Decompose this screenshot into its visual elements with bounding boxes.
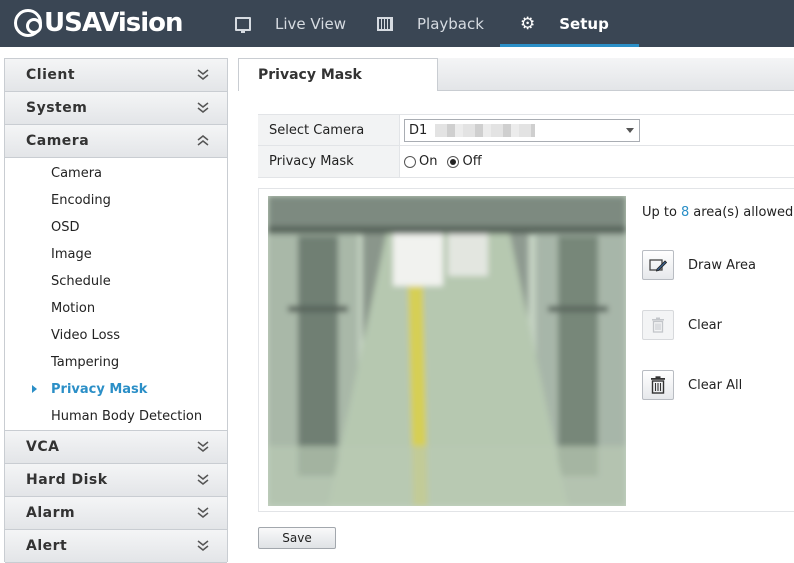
sidebar-section-client[interactable]: Client [5, 59, 227, 92]
allowed-prefix: Up to [642, 205, 677, 220]
brand-name: USAVision [44, 8, 184, 38]
sidebar-item-label: Motion [51, 301, 96, 316]
sidebar-item-label: Privacy Mask [51, 382, 148, 397]
dropdown-arrow-icon [626, 127, 634, 133]
draw-area-label: Draw Area [688, 257, 757, 273]
sidebar-item-human-body-detection[interactable]: Human Body Detection [5, 403, 227, 430]
nav-live-view[interactable]: Live View [235, 0, 346, 47]
select-camera-row: Select Camera D1 [258, 114, 794, 146]
tab-label: Privacy Mask [258, 67, 362, 83]
sidebar-section-alarm[interactable]: Alarm [5, 497, 227, 530]
clear-tool: Clear [642, 310, 722, 340]
sidebar-item-osd[interactable]: OSD [5, 214, 227, 241]
sidebar-section-camera[interactable]: Camera [5, 125, 227, 158]
sidebar-item-label: Human Body Detection [51, 409, 203, 424]
sidebar-item-label: Encoding [51, 193, 111, 208]
chevron-up-icon [197, 135, 209, 147]
sidebar-section-label: System [26, 100, 88, 116]
brand-logo: USAVision [14, 6, 184, 40]
sidebar-section-hard-disk[interactable]: Hard Disk [5, 464, 227, 497]
nav-playback-label: Playback [417, 14, 484, 33]
chevron-down-icon [197, 69, 209, 81]
camera-submenu: Camera Encoding OSD Image Schedule Motio… [5, 158, 227, 431]
sidebar-section-label: Alert [26, 538, 68, 554]
sidebar-item-tampering[interactable]: Tampering [5, 349, 227, 376]
sidebar-item-privacy-mask[interactable]: Privacy Mask [5, 376, 227, 403]
gear-icon: ⚙ [520, 13, 536, 34]
nav-setup[interactable]: ⚙ Setup [500, 0, 639, 47]
sidebar: Client System Camera Camera Encoding OSD… [4, 58, 228, 563]
nav-live-view-label: Live View [275, 14, 346, 33]
chevron-down-icon [197, 441, 209, 453]
camera-select[interactable]: D1 [404, 118, 640, 142]
sidebar-item-label: Image [51, 247, 92, 262]
trash-all-icon [651, 376, 665, 394]
privacy-mask-label: Privacy Mask [258, 146, 400, 177]
sidebar-section-system[interactable]: System [5, 92, 227, 125]
save-button[interactable]: Save [258, 527, 336, 549]
clear-all-tool: Clear All [642, 370, 742, 400]
trash-icon [652, 317, 664, 333]
sidebar-section-vca[interactable]: VCA [5, 431, 227, 464]
sidebar-item-label: Schedule [51, 274, 111, 289]
sidebar-item-motion[interactable]: Motion [5, 295, 227, 322]
sidebar-section-alert[interactable]: Alert [5, 530, 227, 563]
sidebar-section-label: VCA [26, 439, 60, 455]
sidebar-section-label: Client [26, 67, 76, 83]
radio-off-circle[interactable] [447, 155, 460, 168]
sidebar-item-encoding[interactable]: Encoding [5, 187, 227, 214]
video-frame [268, 196, 626, 506]
sidebar-item-label: OSD [51, 220, 80, 235]
nav-playback[interactable]: Playback [377, 0, 484, 47]
chevron-down-icon [197, 102, 209, 114]
draw-area-tool: Draw Area [642, 250, 756, 280]
radio-on-circle[interactable] [404, 155, 416, 168]
sidebar-item-image[interactable]: Image [5, 241, 227, 268]
radio-off[interactable]: Off [447, 154, 482, 169]
sidebar-section-label: Camera [26, 133, 90, 149]
sidebar-section-label: Alarm [26, 505, 76, 521]
privacy-mask-row: Privacy Mask On Off [258, 146, 794, 178]
privacy-mask-form: Select Camera D1 Privacy Mask On Off [258, 114, 794, 178]
draw-area-icon [649, 259, 667, 272]
clear-button[interactable] [642, 310, 674, 340]
chevron-down-icon [197, 474, 209, 486]
chevron-down-icon [197, 507, 209, 519]
radio-on[interactable]: On [404, 154, 437, 169]
areas-allowed-text: Up to 8 area(s) allowed [642, 205, 793, 220]
chevron-down-icon [197, 540, 209, 552]
top-bar: USAVision Live View Playback ⚙ Setup [0, 0, 794, 47]
camera-select-value-wrap: D1 [409, 122, 536, 138]
sidebar-item-video-loss[interactable]: Video Loss [5, 322, 227, 349]
select-camera-label: Select Camera [258, 115, 400, 145]
sidebar-section-label: Hard Disk [26, 472, 108, 488]
caret-right-icon [32, 385, 37, 393]
tab-privacy-mask[interactable]: Privacy Mask [238, 58, 438, 91]
draw-area-button[interactable] [642, 250, 674, 280]
radio-on-label: On [419, 154, 438, 169]
clear-all-button[interactable] [642, 370, 674, 400]
blurred-camera-name [435, 123, 536, 137]
mask-panel: Up to8area(s) allowed Draw Area Clear [258, 188, 794, 512]
sidebar-item-camera[interactable]: Camera [5, 160, 227, 187]
allowed-suffix: area(s) allowed [693, 205, 794, 220]
sidebar-item-schedule[interactable]: Schedule [5, 268, 227, 295]
tab-bar: Privacy Mask [238, 58, 794, 91]
sidebar-item-label: Video Loss [51, 328, 121, 343]
sidebar-item-label: Tampering [51, 355, 120, 370]
nav-setup-label: Setup [559, 14, 609, 33]
sidebar-item-label: Camera [51, 166, 103, 181]
allowed-count: 8 [680, 205, 690, 220]
logo-icon [14, 9, 42, 37]
camera-select-value: D1 [409, 122, 428, 138]
video-preview[interactable] [268, 196, 626, 506]
film-icon [377, 16, 393, 31]
monitor-icon [235, 16, 251, 33]
clear-all-label: Clear All [688, 377, 743, 393]
radio-off-label: Off [462, 154, 482, 169]
clear-label: Clear [688, 317, 722, 333]
